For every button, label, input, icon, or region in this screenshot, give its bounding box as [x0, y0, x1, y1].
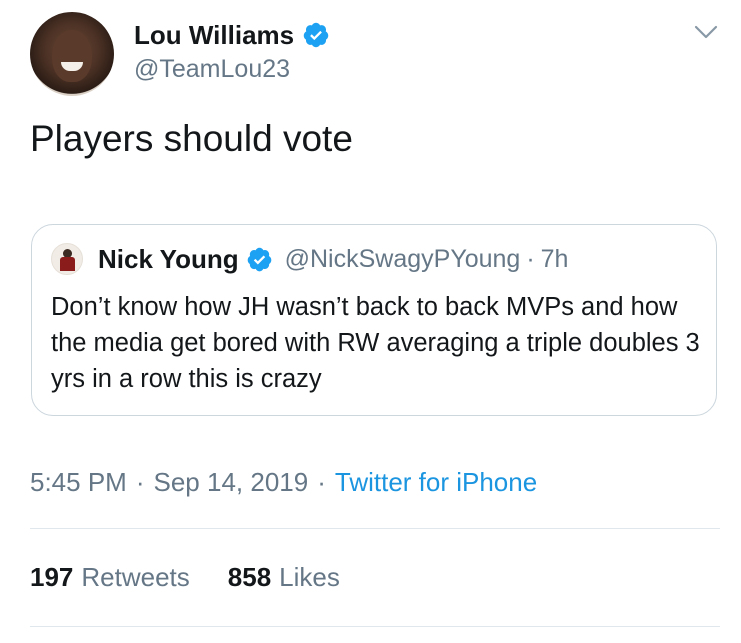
- retweets-count: 197: [30, 561, 74, 592]
- tweet-stats: 197 Retweets 858 Likes: [30, 562, 340, 592]
- quoted-tweet-time[interactable]: 7h: [541, 245, 569, 274]
- verified-badge-icon: [246, 246, 273, 273]
- quoted-author-display-name[interactable]: Nick Young: [98, 244, 239, 275]
- display-name-row: Lou Williams: [134, 19, 330, 51]
- tweet-meta: 5:45 PM · Sep 14, 2019 · Twitter for iPh…: [30, 466, 537, 498]
- chevron-down-icon[interactable]: [694, 22, 718, 42]
- quoted-tweet[interactable]: Nick Young @NickSwagyPYoung · 7h Don’t k…: [31, 224, 717, 416]
- quoted-author-handle[interactable]: @NickSwagyPYoung: [285, 245, 521, 274]
- tweet-date[interactable]: Sep 14, 2019: [154, 467, 309, 498]
- likes-stat[interactable]: 858 Likes: [228, 562, 340, 593]
- author-display-name[interactable]: Lou Williams: [134, 20, 294, 51]
- separator-dot: ·: [135, 466, 145, 497]
- retweets-stat[interactable]: 197 Retweets: [30, 562, 190, 593]
- avatar-face: [52, 30, 92, 82]
- tweet-text: Players should vote: [30, 118, 353, 159]
- author-handle[interactable]: @TeamLou23: [134, 55, 330, 84]
- divider: [30, 626, 720, 627]
- likes-label: Likes: [279, 561, 340, 592]
- likes-count: 858: [227, 561, 272, 592]
- quoted-tweet-header: Nick Young @NickSwagyPYoung · 7h: [98, 243, 568, 275]
- separator-dot: ·: [317, 466, 326, 497]
- avatar-body: [60, 257, 75, 271]
- separator-dot: ·: [526, 244, 535, 273]
- verified-badge-icon: [302, 21, 330, 49]
- author-avatar[interactable]: [30, 12, 114, 96]
- quoted-tweet-text: Don’t know how JH wasn’t back to back MV…: [51, 293, 700, 393]
- author-info: Lou Williams @TeamLou23: [134, 19, 330, 84]
- retweets-label: Retweets: [81, 561, 190, 592]
- quoted-author-avatar[interactable]: [51, 243, 83, 275]
- divider: [30, 528, 720, 529]
- tweet-source-link[interactable]: Twitter for iPhone: [335, 467, 537, 498]
- tweet-time[interactable]: 5:45 PM: [30, 467, 127, 498]
